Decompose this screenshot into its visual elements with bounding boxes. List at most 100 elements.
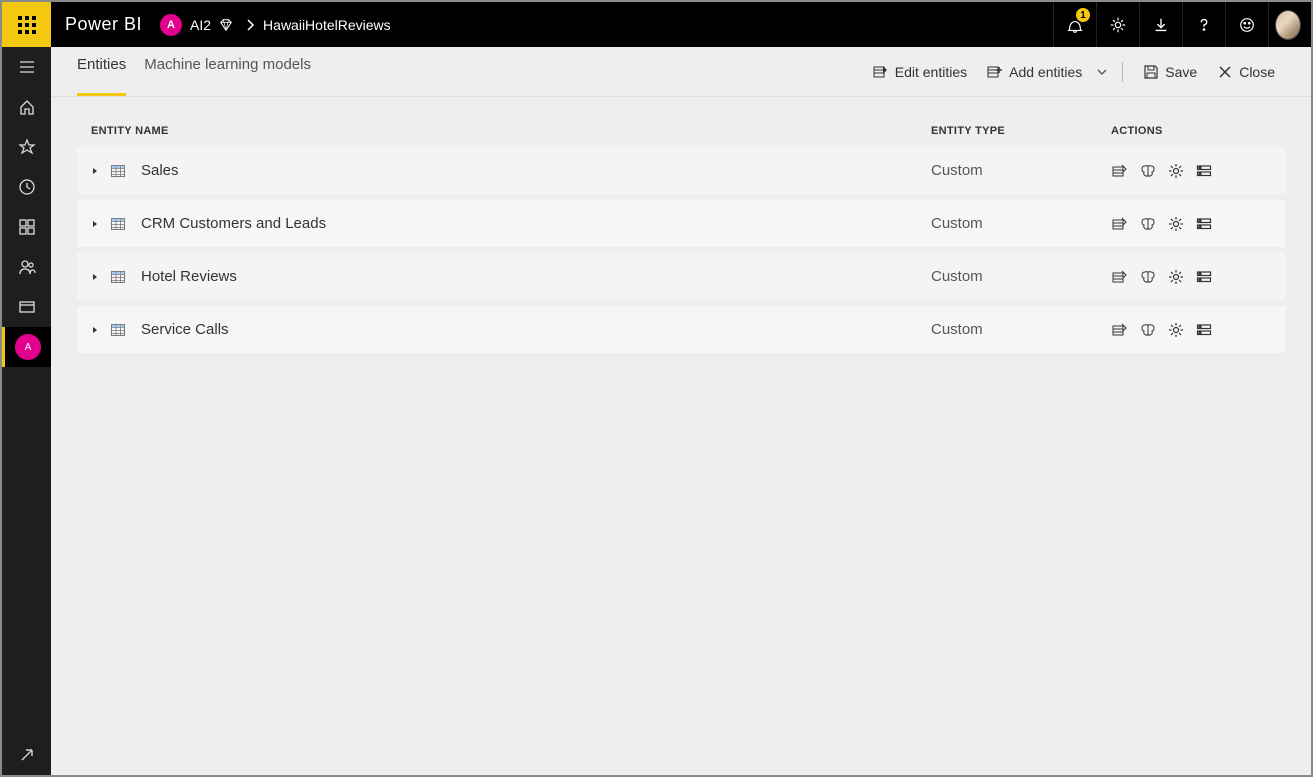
table-header: ENTITY NAME ENTITY TYPE ACTIONS bbox=[77, 115, 1285, 147]
entity-name: Hotel Reviews bbox=[131, 268, 931, 285]
action-properties[interactable] bbox=[1195, 162, 1213, 180]
workspace-avatar[interactable]: A bbox=[160, 14, 182, 36]
entity-name: CRM Customers and Leads bbox=[131, 215, 931, 232]
add-entities-label: Add entities bbox=[1009, 64, 1082, 80]
action-edit[interactable] bbox=[1111, 162, 1129, 180]
expand-toggle[interactable] bbox=[91, 321, 105, 339]
nav-favorites[interactable] bbox=[2, 127, 51, 167]
workspace-name[interactable]: AI2 bbox=[182, 17, 219, 33]
table-icon bbox=[111, 270, 125, 284]
action-settings[interactable] bbox=[1167, 268, 1185, 286]
entity-type: Custom bbox=[931, 268, 1111, 285]
workspace-icon bbox=[18, 298, 36, 316]
save-icon bbox=[1143, 64, 1159, 80]
entity-table-icon bbox=[105, 164, 131, 178]
edit-entity-icon bbox=[1112, 269, 1128, 285]
nav-current-workspace[interactable]: A bbox=[2, 327, 51, 367]
help-icon bbox=[1195, 16, 1213, 34]
content-toolbar: Entities Machine learning models Edit en… bbox=[51, 47, 1311, 97]
entity-actions bbox=[1111, 321, 1271, 339]
user-avatar bbox=[1275, 10, 1301, 40]
close-icon bbox=[1217, 64, 1233, 80]
action-edit[interactable] bbox=[1111, 215, 1129, 233]
expand-icon bbox=[19, 747, 35, 763]
action-properties[interactable] bbox=[1195, 215, 1213, 233]
star-icon bbox=[18, 138, 36, 156]
action-properties[interactable] bbox=[1195, 268, 1213, 286]
clock-icon bbox=[18, 178, 36, 196]
action-ml[interactable] bbox=[1139, 321, 1157, 339]
nav-apps[interactable] bbox=[2, 207, 51, 247]
brain-icon bbox=[1140, 269, 1156, 285]
gear-icon bbox=[1168, 216, 1184, 232]
action-edit[interactable] bbox=[1111, 268, 1129, 286]
entity-table-icon bbox=[105, 217, 131, 231]
top-app-bar: Power BI A AI2 HawaiiHotelReviews 1 bbox=[2, 2, 1311, 47]
entity-actions bbox=[1111, 162, 1271, 180]
save-label: Save bbox=[1165, 64, 1197, 80]
feedback-button[interactable] bbox=[1225, 2, 1268, 47]
people-icon bbox=[18, 258, 36, 276]
waffle-icon bbox=[18, 16, 36, 34]
properties-icon bbox=[1196, 269, 1212, 285]
premium-diamond-icon bbox=[219, 18, 233, 32]
entity-actions bbox=[1111, 268, 1271, 286]
breadcrumb-current[interactable]: HawaiiHotelReviews bbox=[263, 17, 391, 33]
table-icon bbox=[111, 217, 125, 231]
tab-entities[interactable]: Entities bbox=[77, 47, 126, 96]
entity-table-icon bbox=[105, 270, 131, 284]
notifications-button[interactable]: 1 bbox=[1053, 2, 1096, 47]
expand-toggle[interactable] bbox=[91, 162, 105, 180]
brand-title: Power BI bbox=[51, 14, 160, 35]
action-ml[interactable] bbox=[1139, 215, 1157, 233]
add-entities-dropdown[interactable] bbox=[1092, 67, 1112, 77]
add-entities-button[interactable]: Add entities bbox=[977, 47, 1092, 97]
nav-workspaces[interactable] bbox=[2, 287, 51, 327]
gear-icon bbox=[1109, 16, 1127, 34]
edit-entity-icon bbox=[1112, 216, 1128, 232]
action-edit[interactable] bbox=[1111, 321, 1129, 339]
download-button[interactable] bbox=[1139, 2, 1182, 47]
help-button[interactable] bbox=[1182, 2, 1225, 47]
entity-name: Service Calls bbox=[131, 321, 931, 338]
edit-entities-label: Edit entities bbox=[895, 64, 967, 80]
table-icon bbox=[111, 164, 125, 178]
entity-row[interactable]: Hotel Reviews Custom bbox=[77, 253, 1285, 300]
entity-type: Custom bbox=[931, 321, 1111, 338]
nav-recent[interactable] bbox=[2, 167, 51, 207]
entity-row[interactable]: Sales Custom bbox=[77, 147, 1285, 194]
properties-icon bbox=[1196, 163, 1212, 179]
notification-badge: 1 bbox=[1076, 8, 1090, 22]
close-button[interactable]: Close bbox=[1207, 47, 1285, 97]
settings-button[interactable] bbox=[1096, 2, 1139, 47]
action-settings[interactable] bbox=[1167, 162, 1185, 180]
action-settings[interactable] bbox=[1167, 215, 1185, 233]
profile-button[interactable] bbox=[1268, 2, 1311, 47]
action-properties[interactable] bbox=[1195, 321, 1213, 339]
hamburger-icon bbox=[18, 58, 36, 76]
smiley-icon bbox=[1238, 16, 1256, 34]
entity-type: Custom bbox=[931, 162, 1111, 179]
col-header-name: ENTITY NAME bbox=[91, 125, 931, 137]
apps-icon bbox=[18, 218, 36, 236]
entity-row[interactable]: Service Calls Custom bbox=[77, 306, 1285, 353]
action-ml[interactable] bbox=[1139, 268, 1157, 286]
gear-icon bbox=[1168, 269, 1184, 285]
edit-entities-button[interactable]: Edit entities bbox=[863, 47, 977, 97]
entity-row[interactable]: CRM Customers and Leads Custom bbox=[77, 200, 1285, 247]
nav-menu-toggle[interactable] bbox=[2, 47, 51, 87]
app-launcher-button[interactable] bbox=[2, 2, 51, 47]
nav-expand[interactable] bbox=[2, 735, 51, 775]
expand-toggle[interactable] bbox=[91, 215, 105, 233]
add-table-icon bbox=[987, 64, 1003, 80]
expand-toggle[interactable] bbox=[91, 268, 105, 286]
brain-icon bbox=[1140, 322, 1156, 338]
workspace-chip: A bbox=[15, 334, 41, 360]
nav-home[interactable] bbox=[2, 87, 51, 127]
nav-shared[interactable] bbox=[2, 247, 51, 287]
action-settings[interactable] bbox=[1167, 321, 1185, 339]
caret-right-icon bbox=[91, 167, 99, 175]
action-ml[interactable] bbox=[1139, 162, 1157, 180]
save-button[interactable]: Save bbox=[1133, 47, 1207, 97]
tab-ml-models[interactable]: Machine learning models bbox=[144, 47, 311, 96]
